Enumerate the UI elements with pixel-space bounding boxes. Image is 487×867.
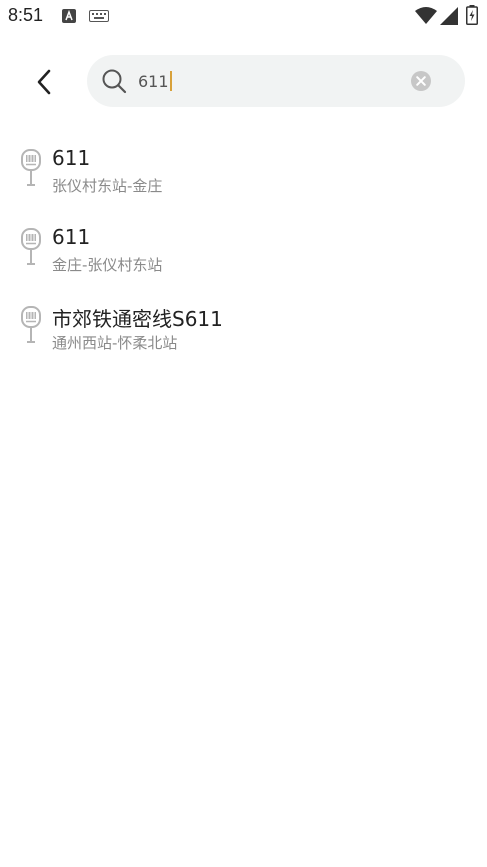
- signal-icon: [440, 7, 458, 25]
- result-subtitle: 通州西站-怀柔北站: [52, 334, 178, 352]
- search-icon: [102, 69, 127, 94]
- a-notification-icon: [62, 9, 76, 23]
- back-button[interactable]: [22, 60, 66, 104]
- search-input-text: 611: [138, 72, 169, 91]
- keyboard-icon: [89, 10, 109, 22]
- status-bar: 8:51: [0, 0, 487, 32]
- search-bar[interactable]: 611: [87, 55, 465, 107]
- list-item[interactable]: 611 金庄-张仪村东站: [0, 214, 487, 286]
- chevron-left-icon: [37, 69, 51, 95]
- list-item[interactable]: 市郊铁通密线S611 通州西站-怀柔北站: [0, 292, 487, 364]
- text-caret: [169, 71, 172, 91]
- result-title: 611: [52, 146, 91, 170]
- wifi-icon: [415, 7, 437, 24]
- bus-stop-icon: [21, 149, 41, 186]
- clear-icon[interactable]: [410, 70, 432, 92]
- result-subtitle: 张仪村东站-金庄: [52, 177, 163, 195]
- result-title: 市郊铁通密线S611: [52, 307, 223, 331]
- battery-icon: [466, 5, 478, 25]
- bus-stop-icon: [21, 228, 41, 265]
- search-input[interactable]: 611: [138, 71, 172, 91]
- result-title: 611: [52, 225, 91, 249]
- result-subtitle: 金庄-张仪村东站: [52, 256, 163, 274]
- bus-stop-icon: [21, 306, 41, 343]
- list-item[interactable]: 611 张仪村东站-金庄: [0, 135, 487, 207]
- status-time: 8:51: [8, 5, 44, 25]
